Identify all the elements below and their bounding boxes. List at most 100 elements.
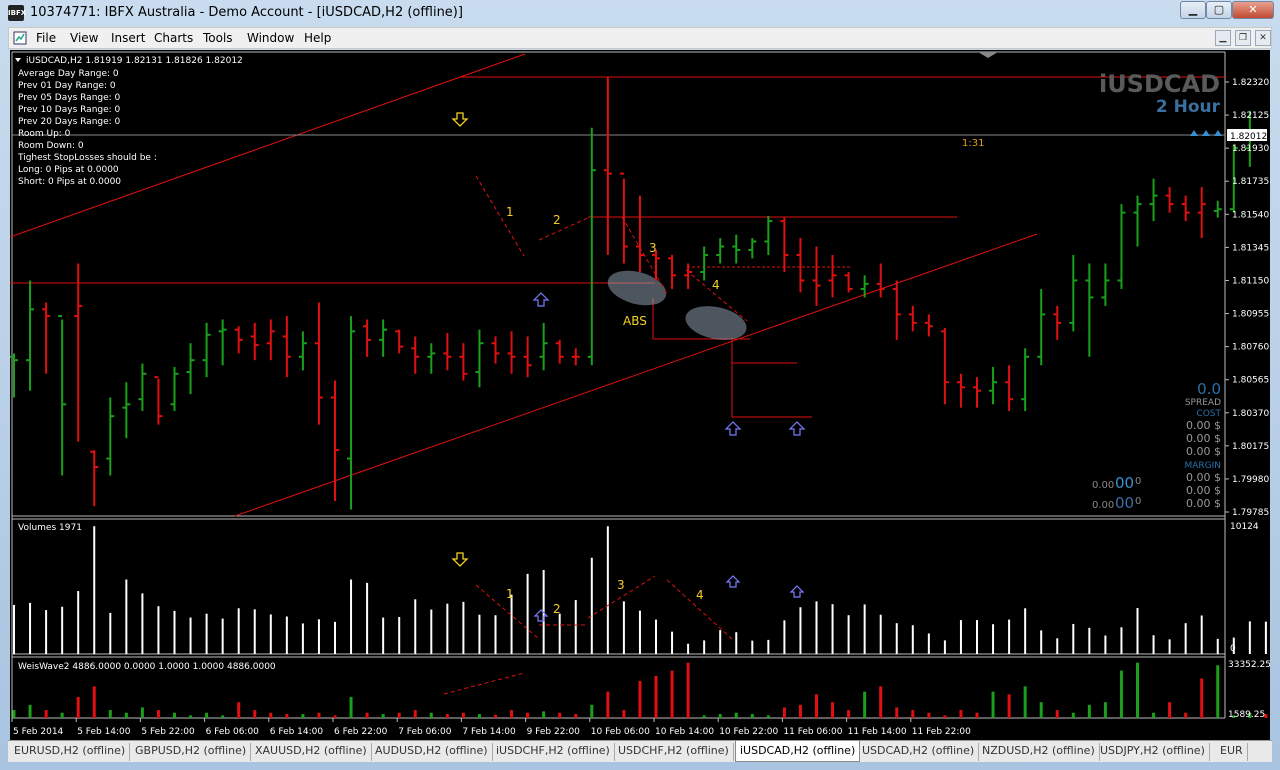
- price-bar: [523, 336, 532, 378]
- price-axis-label: 1.82320: [1232, 78, 1269, 88]
- readout-big-2: 00: [1115, 494, 1134, 512]
- price-bar: [812, 246, 821, 306]
- chart-tab[interactable]: USDCHF,H2 (offline): [614, 743, 734, 761]
- price-bar: [459, 343, 468, 381]
- time-axis-label: 7 Feb 14:00: [462, 727, 516, 737]
- price-bar: [90, 450, 99, 507]
- readout-small-1: 0.00: [1092, 480, 1114, 491]
- price-bar: [748, 238, 757, 259]
- chart-document-icon[interactable]: [13, 31, 27, 45]
- price-bar: [635, 195, 644, 272]
- price-bar: [989, 366, 998, 405]
- title-bar[interactable]: IBFX 10374771: IBFX Australia - Demo Acc…: [0, 0, 1280, 26]
- cost-value-3: 0.00 $: [1186, 445, 1221, 458]
- price-bar: [764, 216, 773, 256]
- price-bar: [10, 353, 18, 398]
- price-axis-label: 1.80955: [1232, 310, 1269, 320]
- time-axis-label: 6 Feb 14:00: [270, 727, 324, 737]
- minimize-button[interactable]: ▁: [1180, 1, 1206, 19]
- price-bar: [539, 322, 548, 371]
- menu-window[interactable]: Window: [247, 31, 294, 45]
- time-axis-label: 6 Feb 22:00: [334, 727, 388, 737]
- price-bar: [908, 305, 917, 332]
- price-bar: [1101, 263, 1110, 306]
- price-bar: [1197, 187, 1206, 239]
- price-axis-label: 1.81735: [1232, 177, 1269, 187]
- weiswave-header: WeisWave2 4886.0000 0.0000 1.0000 1.0000…: [18, 662, 276, 672]
- chart-tab[interactable]: USDCAD,H2 (offline): [858, 743, 980, 761]
- chart-tab[interactable]: USDJPY,H2 (offline): [1096, 743, 1210, 761]
- menu-file[interactable]: File: [36, 31, 56, 45]
- price-bar: [475, 329, 484, 388]
- close-button[interactable]: ✕: [1232, 1, 1274, 19]
- wave1-line: [475, 175, 525, 257]
- price-chart[interactable]: iUSDCAD 2 Hour 1 2 3 4 ABS iUSDCAD,H2 1.…: [9, 50, 1271, 740]
- margin-value-3: 0.00 $: [1186, 497, 1221, 510]
- time-axis-label: 5 Feb 22:00: [141, 727, 195, 737]
- symbol-watermark: iUSDCAD: [1099, 70, 1220, 98]
- wave2-line: [538, 216, 591, 241]
- app-icon: IBFX: [8, 5, 26, 21]
- price-axis-label: 1.80370: [1232, 409, 1269, 419]
- chart-tab[interactable]: GBPUSD,H2 (offline): [131, 743, 252, 761]
- volumes-max-label: 10124: [1230, 522, 1259, 532]
- vol-wave-label-1: 1: [506, 587, 514, 601]
- menu-bar: File View Insert Charts Tools Window Hel…: [8, 27, 1272, 49]
- price-bar: [234, 326, 243, 354]
- readout-tail-1: 0: [1135, 476, 1141, 487]
- chart-tab[interactable]: iUSDCHF,H2 (offline): [492, 743, 615, 761]
- price-bar: [1165, 187, 1174, 213]
- price-bar: [1133, 195, 1142, 247]
- menu-help[interactable]: Help: [304, 31, 331, 45]
- wave-label-3: 3: [649, 241, 657, 255]
- time-axis-label: 10 Feb 06:00: [591, 727, 650, 737]
- price-bar: [603, 76, 612, 256]
- menu-view[interactable]: View: [70, 31, 98, 45]
- menu-tools[interactable]: Tools: [203, 31, 233, 45]
- price-bar: [443, 333, 452, 371]
- time-axis-label: 5 Feb 14:00: [77, 727, 131, 737]
- readout-big-1: 00: [1115, 474, 1134, 492]
- vol-up-arrow-icon: [789, 585, 805, 598]
- info-line: Room Up: 0: [18, 129, 71, 139]
- price-bar: [218, 319, 227, 366]
- margin-value-1: 0.00 $: [1186, 471, 1221, 484]
- up-arrow-icon: [724, 421, 742, 436]
- chart-tab[interactable]: NZDUSD,H2 (offline): [978, 743, 1100, 761]
- chart-tab[interactable]: iUSDCAD,H2 (offline): [735, 741, 861, 762]
- price-bar: [298, 331, 307, 371]
- price-bar: [892, 280, 901, 340]
- price-bar: [1053, 305, 1062, 340]
- price-bar: [619, 172, 628, 264]
- cost-label: COST: [1196, 409, 1221, 419]
- mdi-minimize-button[interactable]: ▁: [1215, 30, 1231, 46]
- price-bar: [282, 316, 291, 378]
- time-axis-label: 9 Feb 22:00: [527, 727, 581, 737]
- mdi-restore-button[interactable]: ❐: [1235, 30, 1251, 46]
- price-axis: 1.82320 1.82125 1.81930 1.81735 1.81540 1.813…: [1225, 78, 1269, 518]
- price-bar: [74, 263, 83, 442]
- mdi-close-button[interactable]: ✕: [1255, 30, 1271, 46]
- price-bar: [122, 382, 131, 439]
- maximize-button[interactable]: ▢: [1206, 1, 1232, 19]
- info-line: Prev 20 Days Range: 0: [18, 117, 121, 127]
- chart-tab[interactable]: EUR: [1216, 743, 1248, 761]
- chart-area[interactable]: iUSDCAD 2 Hour 1 2 3 4 ABS iUSDCAD,H2 1.…: [9, 50, 1271, 740]
- price-bar: [1149, 178, 1158, 222]
- time-axis-label: 11 Feb 06:00: [783, 727, 842, 737]
- info-line: Short: 0 Pips at 0.0000: [18, 177, 121, 187]
- price-bar: [571, 348, 580, 366]
- price-bar: [1069, 255, 1078, 332]
- chart-tab[interactable]: AUDUSD,H2 (offline): [371, 743, 493, 761]
- chart-header: iUSDCAD,H2 1.81919 1.82131 1.81826 1.820…: [26, 56, 243, 66]
- volumes-header: Volumes 1971: [18, 523, 82, 533]
- price-bar: [58, 315, 67, 476]
- menu-insert[interactable]: Insert: [111, 31, 145, 45]
- volume-bars: [13, 526, 1267, 654]
- chart-tab[interactable]: EURUSD,H2 (offline): [10, 743, 131, 761]
- weiswave-min-label: 1589.25: [1228, 710, 1265, 720]
- chart-tab[interactable]: XAUUSD,H2 (offline): [251, 743, 372, 761]
- menu-charts[interactable]: Charts: [154, 31, 193, 45]
- price-axis-label: 1.81540: [1232, 210, 1269, 220]
- time-axis-label: 10 Feb 14:00: [655, 727, 714, 737]
